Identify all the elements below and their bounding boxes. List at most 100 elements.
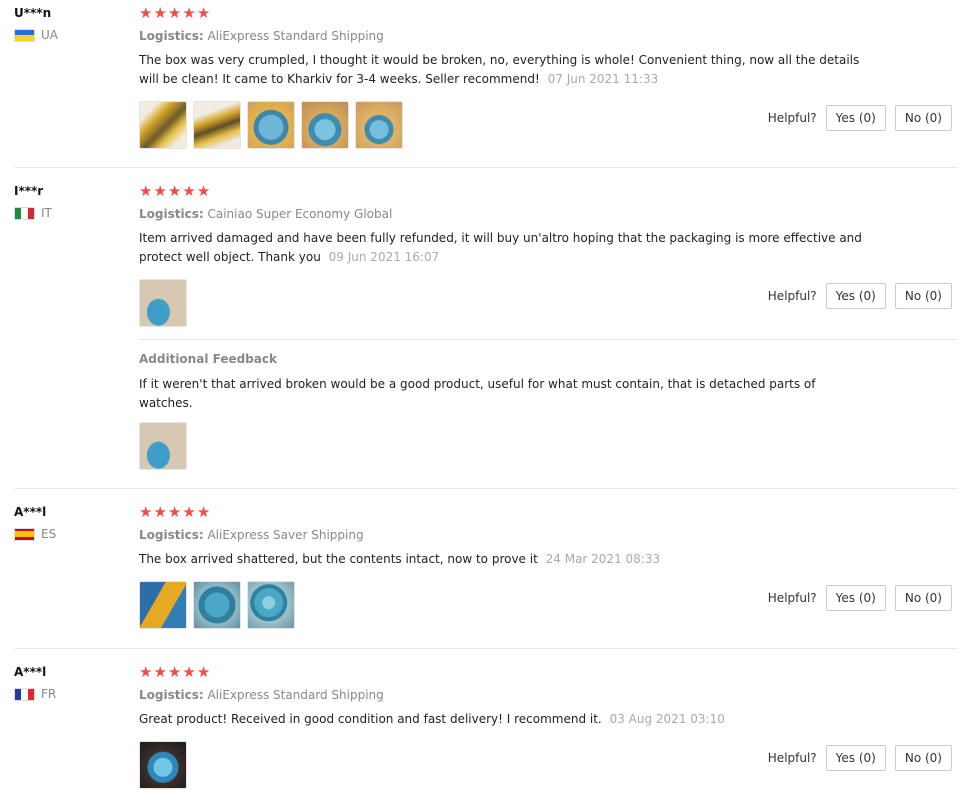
review-photos bbox=[139, 741, 869, 789]
review-text: The box was very crumpled, I thought it … bbox=[139, 51, 869, 89]
reviewer-country: UA bbox=[14, 28, 58, 42]
country-code: ES bbox=[41, 527, 57, 541]
review-photo-thumbnail[interactable] bbox=[247, 581, 295, 629]
helpful-label: Helpful? bbox=[767, 591, 817, 605]
review-text: The box arrived shattered, but the conte… bbox=[139, 550, 869, 569]
review-divider bbox=[14, 648, 957, 649]
helpful-label: Helpful? bbox=[767, 751, 817, 765]
review-divider bbox=[14, 167, 957, 168]
star-icon: ★ bbox=[153, 663, 167, 681]
review-photo-thumbnail[interactable] bbox=[139, 741, 187, 789]
country-code: FR bbox=[41, 687, 57, 701]
logistics-label: Logistics: bbox=[139, 207, 204, 221]
star-rating: ★ ★ ★ ★ ★ bbox=[139, 503, 869, 521]
flag-fr-icon bbox=[14, 687, 35, 701]
review-content: ★ ★ ★ ★ ★ Logistics: Cainiao Super Economy G… bbox=[139, 182, 869, 327]
review-photos bbox=[139, 422, 869, 470]
reviewer-info: U***n UA bbox=[14, 4, 58, 42]
helpful-no-button[interactable]: No (0) bbox=[894, 283, 952, 309]
review-photo-thumbnail[interactable] bbox=[139, 279, 187, 327]
helpful-vote: Helpful? Yes (0) No (0) bbox=[768, 105, 952, 131]
review-photos bbox=[139, 581, 869, 629]
helpful-yes-button[interactable]: Yes (0) bbox=[825, 105, 886, 131]
review-divider bbox=[14, 488, 957, 489]
review-photo-thumbnail[interactable] bbox=[139, 581, 187, 629]
additional-feedback-text: If it weren't that arrived broken would … bbox=[139, 377, 816, 410]
reviewer-info: A***l ES bbox=[14, 503, 56, 541]
helpful-vote: Helpful? Yes (0) No (0) bbox=[768, 283, 952, 309]
star-icon: ★ bbox=[167, 503, 182, 521]
reviewer-country: IT bbox=[14, 206, 52, 220]
helpful-vote: Helpful? Yes (0) No (0) bbox=[768, 745, 952, 771]
reviewer-name: A***l bbox=[14, 665, 47, 679]
reviewer-country: FR bbox=[14, 687, 56, 701]
star-icon: ★ bbox=[182, 182, 196, 200]
logistics-label: Logistics: bbox=[139, 528, 204, 542]
star-icon: ★ bbox=[139, 503, 153, 521]
reviewer-name: U***n bbox=[14, 6, 52, 20]
star-icon: ★ bbox=[196, 4, 211, 22]
review-date: 07 Jun 2021 11:33 bbox=[547, 72, 659, 86]
star-rating: ★ ★ ★ ★ ★ bbox=[139, 182, 869, 200]
review-photo-thumbnail[interactable] bbox=[355, 101, 403, 149]
helpful-yes-button[interactable]: Yes (0) bbox=[825, 585, 886, 611]
review-content: ★ ★ ★ ★ ★ Logistics: AliExpress Standard Shi… bbox=[139, 4, 869, 149]
additional-feedback-divider bbox=[139, 339, 957, 340]
logistics-method: AliExpress Saver Shipping bbox=[207, 528, 364, 542]
logistics-method: Cainiao Super Economy Global bbox=[207, 207, 393, 221]
star-icon: ★ bbox=[139, 663, 153, 681]
review-photo-thumbnail[interactable] bbox=[247, 101, 295, 149]
review-content: ★ ★ ★ ★ ★ Logistics: AliExpress Saver Shippi… bbox=[139, 503, 869, 629]
star-icon: ★ bbox=[153, 4, 167, 22]
country-code: UA bbox=[41, 28, 58, 42]
logistics-label: Logistics: bbox=[139, 29, 204, 43]
helpful-yes-button[interactable]: Yes (0) bbox=[825, 283, 886, 309]
reviewer-name: A***l bbox=[14, 505, 47, 519]
review-date: 24 Mar 2021 08:33 bbox=[545, 552, 661, 566]
additional-feedback-title: Additional Feedback bbox=[139, 352, 277, 366]
review-photos bbox=[139, 101, 869, 149]
star-icon: ★ bbox=[182, 663, 196, 681]
review-body: The box was very crumpled, I thought it … bbox=[139, 53, 860, 86]
review-date: 03 Aug 2021 03:10 bbox=[609, 712, 725, 726]
star-icon: ★ bbox=[182, 4, 196, 22]
review-text: Item arrived damaged and have been fully… bbox=[139, 229, 869, 267]
star-icon: ★ bbox=[153, 503, 167, 521]
logistics-info: Logistics: AliExpress Standard Shipping bbox=[139, 686, 869, 704]
star-rating: ★ ★ ★ ★ ★ bbox=[139, 4, 869, 22]
logistics-method: AliExpress Standard Shipping bbox=[207, 29, 384, 43]
helpful-label: Helpful? bbox=[767, 111, 817, 125]
reviewer-name: I***r bbox=[14, 184, 44, 198]
star-icon: ★ bbox=[139, 4, 153, 22]
star-icon: ★ bbox=[167, 663, 182, 681]
review-photo-thumbnail[interactable] bbox=[193, 581, 241, 629]
helpful-no-button[interactable]: No (0) bbox=[894, 585, 952, 611]
star-icon: ★ bbox=[139, 182, 153, 200]
review-photos bbox=[139, 279, 869, 327]
star-icon: ★ bbox=[153, 182, 167, 200]
star-icon: ★ bbox=[182, 503, 196, 521]
star-icon: ★ bbox=[196, 503, 211, 521]
review-photo-thumbnail[interactable] bbox=[139, 422, 187, 470]
logistics-label: Logistics: bbox=[139, 688, 204, 702]
logistics-method: AliExpress Standard Shipping bbox=[207, 688, 384, 702]
review-body: The box arrived shattered, but the conte… bbox=[139, 552, 538, 566]
flag-es-icon bbox=[14, 527, 35, 541]
helpful-no-button[interactable]: No (0) bbox=[894, 105, 952, 131]
star-icon: ★ bbox=[196, 182, 211, 200]
review-body: Item arrived damaged and have been fully… bbox=[139, 231, 862, 264]
reviewer-info: A***l FR bbox=[14, 663, 56, 701]
review-photo-thumbnail[interactable] bbox=[139, 101, 187, 149]
helpful-no-button[interactable]: No (0) bbox=[894, 745, 952, 771]
star-icon: ★ bbox=[167, 4, 182, 22]
review-photo-thumbnail[interactable] bbox=[301, 101, 349, 149]
helpful-yes-button[interactable]: Yes (0) bbox=[825, 745, 886, 771]
reviewer-info: I***r IT bbox=[14, 182, 52, 220]
star-icon: ★ bbox=[196, 663, 211, 681]
review-text: Great product! Received in good conditio… bbox=[139, 710, 869, 729]
review-date: 09 Jun 2021 16:07 bbox=[328, 250, 440, 264]
flag-it-icon bbox=[14, 206, 35, 220]
logistics-info: Logistics: AliExpress Standard Shipping bbox=[139, 27, 869, 45]
review-photo-thumbnail[interactable] bbox=[193, 101, 241, 149]
reviewer-country: ES bbox=[14, 527, 56, 541]
